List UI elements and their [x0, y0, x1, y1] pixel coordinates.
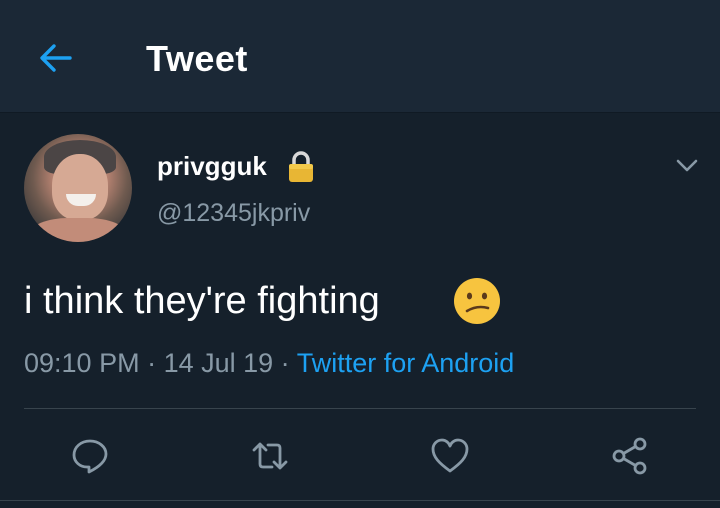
divider	[24, 408, 696, 409]
share-button[interactable]	[610, 436, 650, 476]
reply-icon	[72, 439, 108, 474]
user-handle[interactable]: @12345jkpriv	[157, 198, 310, 228]
display-name[interactable]: privgguk	[157, 150, 267, 182]
meta-separator: ·	[273, 348, 297, 378]
back-button[interactable]	[36, 38, 76, 78]
tweet-meta: 09:10 PM · 14 Jul 19 · Twitter for Andro…	[24, 346, 514, 380]
avatar[interactable]	[24, 134, 132, 242]
like-button[interactable]	[430, 436, 470, 476]
top-app-bar: Tweet	[0, 0, 720, 113]
page-title: Tweet	[146, 38, 248, 79]
tweet-text: i think they're fighting	[24, 280, 380, 322]
tweet-date: 14 Jul 19	[163, 348, 274, 378]
retweet-icon	[252, 442, 288, 470]
meta-separator: ·	[139, 348, 164, 378]
heart-icon	[431, 438, 469, 473]
lock-icon	[289, 151, 313, 182]
tweet-time: 09:10 PM	[24, 348, 140, 378]
reply-button[interactable]	[70, 436, 110, 476]
bottom-divider	[0, 500, 720, 501]
confused-face-emoji-icon	[454, 278, 500, 324]
arrow-left-icon	[40, 44, 72, 72]
retweet-button[interactable]	[250, 436, 290, 476]
share-icon	[612, 437, 647, 475]
chevron-down-icon[interactable]	[672, 150, 702, 180]
tweet-source-link[interactable]: Twitter for Android	[297, 348, 515, 378]
